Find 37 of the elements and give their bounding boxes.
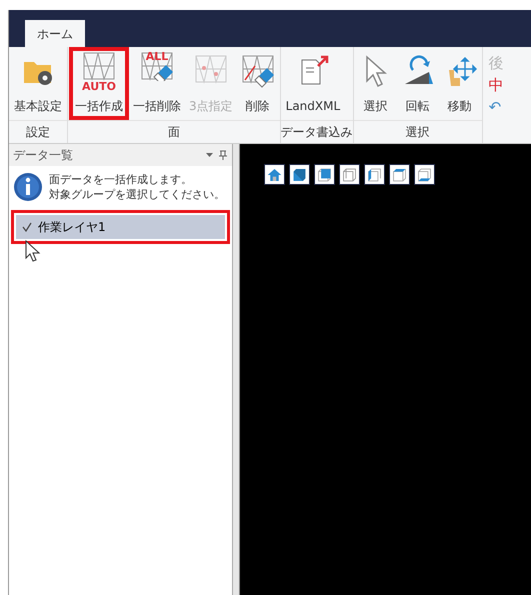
badge-label: AUTO	[82, 81, 116, 92]
view-button[interactable]	[314, 164, 335, 185]
ribbon-button[interactable]: 選択	[354, 47, 397, 120]
message-text: 対象グループを選択してください。	[49, 187, 225, 202]
info-icon	[13, 172, 43, 202]
ribbon-button[interactable]: ALL 一括削除	[129, 47, 185, 120]
message-text: 面データを一括作成します。	[49, 172, 193, 187]
splitter[interactable]	[233, 144, 240, 595]
cube-icon	[341, 166, 358, 184]
ribbon-button[interactable]: 移動	[438, 47, 481, 120]
ribbon-tab[interactable]: ホーム	[25, 20, 85, 47]
view-button[interactable]	[289, 164, 310, 185]
command-glyph[interactable]: 中	[488, 75, 504, 95]
highlighted-ribbon-button[interactable]: AUTO 一括作成	[69, 47, 129, 120]
group-label: 面	[68, 120, 280, 143]
ribbon-button[interactable]: 削除	[236, 47, 279, 120]
group-label: 選択	[354, 120, 482, 143]
badge-label: ALL	[146, 51, 168, 62]
cursor-icon	[25, 240, 41, 262]
cube-icon	[416, 166, 433, 184]
panel-title: データ一覧	[13, 147, 73, 164]
mesh-icon	[82, 51, 116, 81]
ribbon-button[interactable]: 基本設定	[10, 47, 66, 120]
pane-controls-icon	[204, 150, 228, 160]
ribbon-button[interactable]: LandXML	[282, 47, 344, 120]
cube-icon	[316, 166, 333, 184]
view-button[interactable]	[364, 164, 385, 185]
mesh-eraser-icon	[140, 51, 174, 81]
group-label: データ書込み	[280, 120, 353, 143]
cube-icon	[366, 166, 383, 184]
view-button[interactable]	[264, 164, 285, 185]
layer-item[interactable]: 作業レイヤ1	[16, 215, 225, 239]
group-label: 設定	[9, 120, 67, 143]
ribbon-button[interactable]: 回転	[396, 47, 439, 120]
view-button[interactable]	[339, 164, 360, 185]
view-button[interactable]	[389, 164, 410, 185]
view-button[interactable]	[414, 164, 435, 185]
